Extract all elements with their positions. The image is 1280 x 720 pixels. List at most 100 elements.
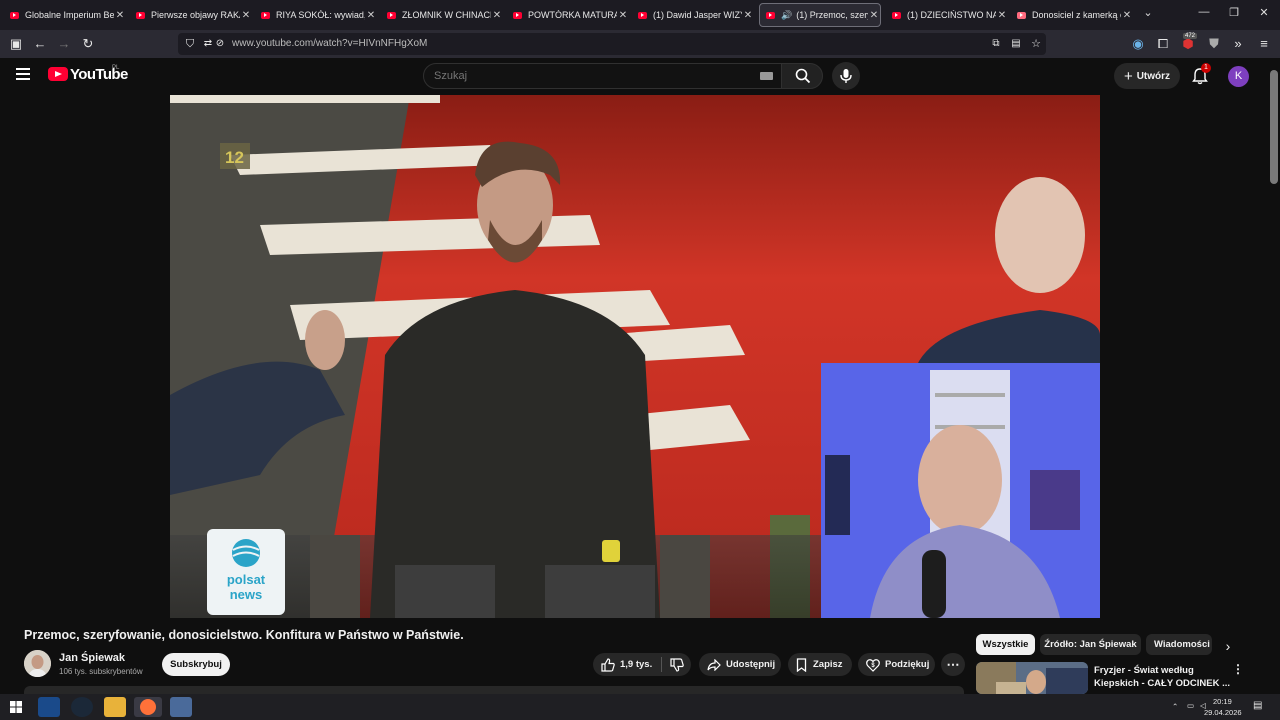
close-icon[interactable]: ✕ bbox=[240, 10, 252, 21]
browser-tab[interactable]: Globalne Imperium Bezk ✕ bbox=[4, 3, 126, 27]
browser-tab[interactable]: (1) Dawid Jasper WIZYTA✕ bbox=[632, 3, 754, 27]
svg-text:$: $ bbox=[871, 663, 875, 669]
network-app-icon[interactable] bbox=[38, 697, 60, 717]
url-text[interactable]: www.youtube.com/watch?v=HIVnNFHgXoM bbox=[232, 38, 427, 49]
restore-icon[interactable]: ❐ bbox=[1224, 6, 1244, 19]
voice-search-button[interactable] bbox=[832, 62, 860, 90]
star-icon[interactable]: ☆ bbox=[1028, 36, 1044, 52]
url-bar[interactable]: ⛉ ⇄ ⊘ www.youtube.com/watch?v=HIVnNFHgXo… bbox=[178, 33, 1046, 55]
create-button[interactable]: + Utwórz bbox=[1114, 63, 1180, 89]
youtube-favicon-icon bbox=[10, 11, 19, 19]
file-explorer-icon[interactable] bbox=[104, 697, 126, 717]
search-box[interactable] bbox=[423, 63, 783, 89]
close-icon[interactable]: ✕ bbox=[1121, 10, 1133, 21]
speaker-icon[interactable]: 🔊 bbox=[781, 10, 792, 21]
channel-avatar[interactable] bbox=[24, 650, 51, 677]
close-icon[interactable]: ✕ bbox=[491, 10, 503, 21]
shield-icon[interactable]: ⛉ bbox=[182, 36, 198, 52]
menu-icon[interactable]: ≡ bbox=[1256, 36, 1272, 52]
browser-tab[interactable]: (1) DZIECIŃSTWO NA SP✕ bbox=[886, 3, 1008, 27]
back-icon[interactable]: ← bbox=[32, 36, 48, 52]
extensions-icon[interactable]: ⛊ bbox=[1206, 36, 1222, 52]
chip-news[interactable]: Wiadomości bbox=[1146, 634, 1212, 655]
create-label: Utwórz bbox=[1136, 70, 1171, 82]
reader-icon[interactable]: ▤ bbox=[1008, 36, 1024, 52]
youtube-favicon-icon bbox=[261, 11, 270, 19]
like-button[interactable]: 1,9 tys. bbox=[593, 653, 661, 676]
steam-icon[interactable] bbox=[71, 697, 93, 717]
hamburger-icon[interactable] bbox=[16, 68, 30, 80]
kebab-menu-icon[interactable]: ⋮ bbox=[1232, 662, 1244, 676]
tracking-off-icon[interactable]: ⊘ bbox=[212, 36, 228, 52]
tab-title: RIYA SOKÓŁ: wywiad, pie bbox=[276, 10, 365, 20]
search-button[interactable] bbox=[781, 63, 823, 89]
browser-tab[interactable]: ZŁOMNIK W CHINACH #✕ bbox=[381, 3, 503, 27]
clock-time[interactable]: 20:19 bbox=[1213, 697, 1232, 706]
tab-title: (1) Przemoc, szeryfo bbox=[796, 10, 868, 20]
scrollbar-thumb[interactable] bbox=[1270, 70, 1278, 184]
subscribe-button[interactable]: Subskrybuj bbox=[162, 653, 230, 676]
super-thanks-icon: $ bbox=[866, 658, 880, 672]
vpn-icon[interactable]: ◉ bbox=[1130, 36, 1146, 52]
broadcaster-logo-line2: news bbox=[230, 587, 263, 602]
pip-icon[interactable]: ⧉ bbox=[988, 36, 1004, 52]
like-count: 1,9 tys. bbox=[620, 659, 653, 670]
thanks-label: Podziękuj bbox=[885, 659, 930, 670]
recommended-thumbnail[interactable] bbox=[976, 662, 1088, 694]
browser-tab[interactable]: Donosiciel z kamerką cz ✕ bbox=[1011, 3, 1133, 27]
channel-name[interactable]: Jan Śpiewak bbox=[59, 652, 125, 664]
browser-tab[interactable]: RIYA SOKÓŁ: wywiad, pie✕ bbox=[255, 3, 377, 27]
thumbs-up-icon bbox=[601, 657, 615, 672]
close-icon[interactable]: ✕ bbox=[742, 10, 754, 21]
tab-title: Pierwsze objawy RAKA P bbox=[151, 10, 240, 20]
browser-tab[interactable]: POWTÓRKA MATURALN✕ bbox=[507, 3, 629, 27]
chip-all[interactable]: Wszystkie bbox=[976, 634, 1035, 655]
search-icon bbox=[795, 68, 811, 84]
dislike-button[interactable] bbox=[662, 653, 691, 676]
tab-title: POWTÓRKA MATURALN bbox=[528, 10, 617, 20]
close-icon[interactable]: ✕ bbox=[996, 10, 1008, 21]
notifications-button[interactable]: 1 bbox=[1190, 63, 1211, 86]
reload-icon[interactable]: ↻ bbox=[80, 36, 96, 52]
account-avatar[interactable]: K bbox=[1228, 66, 1249, 87]
firefox-taskbar-button[interactable] bbox=[134, 697, 162, 717]
description-box[interactable] bbox=[24, 686, 964, 694]
window-close-icon[interactable]: ✕ bbox=[1254, 6, 1274, 19]
browser-tab[interactable]: Pierwsze objawy RAKA P✕ bbox=[130, 3, 252, 27]
keyboard-icon[interactable] bbox=[760, 72, 773, 80]
share-button[interactable]: Udostępnij bbox=[699, 653, 781, 676]
overflow-icon[interactable]: » bbox=[1230, 36, 1246, 52]
tab-list-chevron-icon[interactable]: ⌄ bbox=[1138, 6, 1158, 19]
microphone-icon bbox=[840, 69, 852, 83]
video-player[interactable]: 12 polsat news bbox=[170, 95, 1100, 618]
minimize-icon[interactable]: — bbox=[1194, 6, 1214, 18]
forward-icon[interactable]: → bbox=[56, 36, 72, 52]
recommended-title[interactable]: Fryzjer - Świat według Kiepskich - CAŁY … bbox=[1094, 664, 1230, 690]
windows-start-icon[interactable] bbox=[10, 701, 22, 713]
tray-chevron-icon[interactable]: ⌃ bbox=[1172, 702, 1178, 711]
save-button[interactable]: Zapisz bbox=[788, 653, 852, 676]
close-icon[interactable]: ✕ bbox=[868, 10, 880, 21]
chevron-right-icon[interactable]: › bbox=[1218, 638, 1238, 654]
close-icon[interactable]: ✕ bbox=[114, 10, 126, 21]
clock-date[interactable]: 29.04.2026 bbox=[1204, 708, 1242, 717]
search-input[interactable] bbox=[434, 68, 754, 84]
save-label: Zapisz bbox=[813, 659, 843, 670]
bookmark-icon bbox=[796, 657, 807, 672]
recommended-title-line: Kiepskich - CAŁY ODCINEK ... bbox=[1094, 678, 1231, 689]
more-actions-button[interactable]: ⋯ bbox=[941, 653, 965, 676]
notification-center-icon[interactable]: ▤ bbox=[1253, 700, 1262, 711]
close-icon[interactable]: ✕ bbox=[617, 10, 629, 21]
recommended-title-line: Fryzjer - Świat według bbox=[1094, 665, 1194, 676]
calculator-icon[interactable] bbox=[170, 697, 192, 717]
youtube-logo-icon[interactable] bbox=[48, 67, 68, 81]
puzzle-icon[interactable]: ⧠ bbox=[1155, 36, 1171, 52]
close-icon[interactable]: ✕ bbox=[365, 10, 377, 21]
thumbs-down-icon bbox=[669, 657, 684, 672]
thanks-button[interactable]: $ Podziękuj bbox=[858, 653, 935, 676]
browser-tab-active[interactable]: 🔊 (1) Przemoc, szeryfo✕ bbox=[759, 3, 881, 27]
chip-source[interactable]: Źródło: Jan Śpiewak bbox=[1040, 634, 1141, 655]
tab-strip: Globalne Imperium Bezk ✕ Pierwsze objawy … bbox=[0, 0, 1280, 30]
sidebar-icon[interactable]: ▣ bbox=[8, 36, 24, 52]
network-icon[interactable]: ▭ bbox=[1187, 701, 1194, 710]
